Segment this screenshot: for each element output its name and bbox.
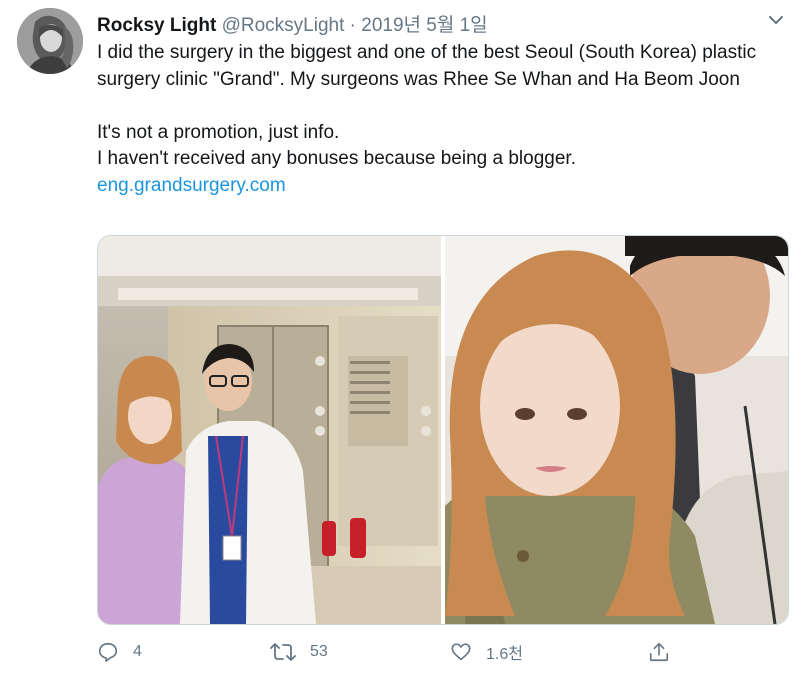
tweet: Rocksy Light @RocksyLight · 2019년 5월 1일 …	[0, 0, 800, 680]
tweet-text-line-3: I haven't received any bonuses because b…	[97, 148, 576, 169]
avatar[interactable]	[17, 8, 83, 74]
heart-icon	[451, 643, 471, 661]
like-button[interactable]: 1.6천	[450, 636, 523, 668]
photo-selfie[interactable]	[445, 236, 788, 624]
reply-count: 4	[133, 643, 142, 660]
media-grid	[97, 235, 789, 625]
tweet-text-paragraph-1: I did the surgery in the biggest and one…	[97, 42, 757, 90]
tweet-date[interactable]: 2019년 5월 1일	[361, 15, 487, 36]
avatar-image	[17, 8, 83, 74]
like-count: 1.6천	[486, 646, 523, 663]
header-separator: ·	[349, 15, 356, 36]
tweet-link[interactable]: eng.grandsurgery.com	[97, 175, 286, 196]
reply-icon	[98, 642, 118, 662]
reply-button[interactable]: 4	[97, 636, 142, 668]
retweet-count: 53	[310, 643, 328, 660]
display-name[interactable]: Rocksy Light	[97, 15, 216, 36]
retweet-button[interactable]: 53	[270, 636, 328, 668]
tweet-text: I did the surgery in the biggest and one…	[97, 40, 787, 199]
share-button[interactable]	[648, 636, 684, 668]
user-handle[interactable]: @RocksyLight	[222, 15, 345, 36]
share-icon	[649, 642, 669, 662]
chevron-down-icon[interactable]	[766, 10, 786, 30]
retweet-icon	[270, 643, 296, 661]
tweet-actions: 4 53 1.6천	[0, 636, 800, 668]
photo-clinic-lobby[interactable]	[98, 236, 441, 624]
tweet-header: Rocksy Light @RocksyLight · 2019년 5월 1일	[97, 10, 488, 37]
tweet-text-line-2: It's not a promotion, just info.	[97, 121, 340, 143]
